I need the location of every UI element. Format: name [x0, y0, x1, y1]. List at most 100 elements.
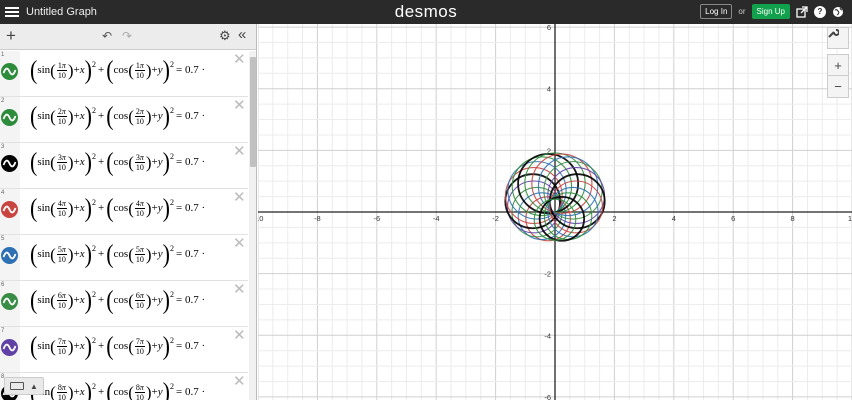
zoom-in-button[interactable]: + — [827, 54, 849, 76]
expression-row[interactable]: 4 ( sin ( 4π 10 ) + x ) 2 + ( cos ( 4π 10 … — [0, 189, 248, 235]
x-tick-label: 2 — [612, 214, 616, 223]
x-tick-label: 4 — [672, 214, 676, 223]
angle-fraction: 5π 10 — [134, 244, 145, 264]
angle-fraction: 7π 10 — [56, 336, 67, 356]
graph-style-icon[interactable] — [1, 109, 18, 126]
expression-formula[interactable]: ( sin ( 1π 10 ) + x ) 2 + ( cos ( 1π 10 ) … — [30, 56, 207, 82]
delete-expression-icon[interactable]: ✕ — [233, 144, 246, 159]
y-tick-label: 6 — [547, 24, 551, 32]
x-tick-label: -2 — [492, 214, 499, 223]
signup-button[interactable]: Sign Up — [751, 4, 790, 19]
angle-fraction: 1π 10 — [56, 60, 67, 80]
keyboard-icon — [10, 382, 25, 390]
angle-fraction: 1π 10 — [134, 60, 145, 80]
expression-formula[interactable]: ( sin ( 2π 10 ) + x ) 2 + ( cos ( 2π 10 ) … — [30, 102, 207, 128]
x-tick-label: -6 — [373, 214, 380, 223]
settings-gear-icon[interactable]: ⚙ — [219, 28, 231, 44]
chevron-up-icon: ▲ — [30, 381, 38, 391]
angle-fraction: 6π 10 — [134, 290, 145, 310]
graph-style-icon[interactable] — [1, 63, 18, 80]
expression-formula[interactable]: ( sin ( 6π 10 ) + x ) 2 + ( cos ( 6π 10 ) … — [30, 286, 207, 312]
cos-label: cos — [113, 340, 129, 352]
expression-row[interactable]: 1 ( sin ( 1π 10 ) + x ) 2 + ( cos ( 1π 10 … — [0, 51, 248, 97]
expression-number: 2 — [1, 98, 5, 104]
wrench-icon[interactable] — [827, 27, 849, 49]
expression-scrollbar[interactable] — [249, 51, 256, 400]
cos-label: cos — [113, 64, 129, 76]
cos-label: cos — [113, 110, 129, 122]
expression-formula[interactable]: ( sin ( 3π 10 ) + x ) 2 + ( cos ( 3π 10 ) … — [30, 148, 207, 174]
expression-number: 3 — [1, 144, 5, 150]
graph-style-icon[interactable] — [1, 293, 18, 310]
expression-gutter: 1 — [0, 51, 20, 96]
cos-label: cos — [113, 202, 129, 214]
keypad-toggle-button[interactable]: ▲ — [4, 377, 44, 395]
expression-formula[interactable]: ( sin ( 5π 10 ) + x ) 2 + ( cos ( 5π 10 ) … — [30, 240, 207, 266]
delete-expression-icon[interactable]: ✕ — [233, 236, 246, 251]
angle-fraction: 6π 10 — [56, 290, 67, 310]
expression-number: 7 — [1, 328, 5, 334]
add-expression-button[interactable]: + — [6, 26, 16, 46]
top-bar: Untitled Graph desmos Log In or Sign Up … — [0, 0, 852, 24]
graph-paper[interactable]: -10 -8 -6 -4 -2 2 4 6 8 10 6 4 2 -2 -4 -6 + − — [258, 24, 852, 400]
expression-row[interactable]: 6 ( sin ( 6π 10 ) + x ) 2 + ( cos ( 6π 10 … — [0, 281, 248, 327]
angle-fraction: 2π 10 — [134, 106, 145, 126]
graph-tools: + − — [827, 27, 849, 98]
scrollbar-thumb[interactable] — [250, 57, 256, 167]
redo-icon[interactable]: ↷ — [122, 29, 132, 43]
expression-number: 5 — [1, 236, 5, 242]
sin-label: sin — [37, 110, 51, 122]
collapse-sidebar-icon[interactable]: « — [238, 26, 246, 43]
x-tick-label: 8 — [791, 214, 795, 223]
sin-label: sin — [37, 340, 51, 352]
expression-row[interactable]: 7 ( sin ( 7π 10 ) + x ) 2 + ( cos ( 7π 10 … — [0, 327, 248, 373]
graph-style-icon[interactable] — [1, 247, 18, 264]
or-label: or — [738, 7, 746, 16]
expression-formula[interactable]: ( sin ( 8π 10 ) +x )2 + ( cos ( 8π 10 ) … — [30, 378, 207, 400]
delete-expression-icon[interactable]: ✕ — [233, 98, 246, 113]
sin-label: sin — [37, 202, 51, 214]
expression-gutter: 4 — [0, 189, 20, 234]
x-tick-label: -10 — [258, 214, 263, 223]
zoom-controls: + − — [827, 54, 849, 98]
angle-fraction: 5π 10 — [56, 244, 67, 264]
graph-style-icon[interactable] — [1, 155, 18, 172]
angle-fraction: 2π 10 — [56, 106, 67, 126]
expression-row[interactable]: 2 ( sin ( 2π 10 ) + x ) 2 + ( cos ( 2π 10 … — [0, 97, 248, 143]
graph-style-icon[interactable] — [1, 339, 18, 356]
cos-label: cos — [113, 156, 129, 168]
angle-fraction: 8π 10 — [56, 382, 67, 400]
y-tick-label: -2 — [544, 270, 551, 279]
angle-fraction: 4π 10 — [56, 198, 67, 218]
delete-expression-icon[interactable]: ✕ — [233, 374, 246, 389]
expression-formula[interactable]: ( sin ( 7π 10 ) + x ) 2 + ( cos ( 7π 10 ) … — [30, 332, 207, 358]
delete-expression-icon[interactable]: ✕ — [233, 282, 246, 297]
cos-label: cos — [113, 248, 129, 260]
expression-formula[interactable]: ( sin ( 4π 10 ) + x ) 2 + ( cos ( 4π 10 ) … — [30, 194, 207, 220]
delete-expression-icon[interactable]: ✕ — [233, 190, 246, 205]
delete-expression-icon[interactable]: ✕ — [233, 52, 246, 67]
zoom-out-button[interactable]: − — [827, 76, 849, 98]
expression-list: 1 ( sin ( 1π 10 ) + x ) 2 + ( cos ( 1π 10 … — [0, 51, 248, 400]
x-tick-label: 6 — [731, 214, 735, 223]
expression-sidebar: + ↶ ↷ ⚙ « 1 ( sin ( 1π 10 ) + x ) 2 + ( co… — [0, 24, 257, 400]
sin-label: sin — [37, 248, 51, 260]
expression-row[interactable]: 5 ( sin ( 5π 10 ) + x ) 2 + ( cos ( 5π 10 … — [0, 235, 248, 281]
delete-expression-icon[interactable]: ✕ — [233, 328, 246, 343]
share-icon[interactable] — [796, 5, 808, 18]
globe-icon[interactable] — [832, 6, 844, 18]
y-tick-label: -6 — [544, 393, 551, 400]
undo-icon[interactable]: ↶ — [102, 29, 112, 43]
graph-title[interactable]: Untitled Graph — [26, 6, 97, 18]
expression-row[interactable]: 3 ( sin ( 3π 10 ) + x ) 2 + ( cos ( 3π 10 … — [0, 143, 248, 189]
sin-label: sin — [37, 156, 51, 168]
graph-style-icon[interactable] — [1, 201, 18, 218]
menu-icon[interactable] — [5, 7, 19, 17]
expression-number: 6 — [1, 282, 5, 288]
graph-canvas[interactable]: -10 -8 -6 -4 -2 2 4 6 8 10 6 4 2 -2 -4 -6 — [258, 24, 852, 400]
expression-number: 4 — [1, 190, 5, 196]
expression-gutter: 5 — [0, 235, 20, 280]
account-controls: Log In or Sign Up ? — [700, 4, 844, 19]
login-button[interactable]: Log In — [700, 4, 733, 19]
help-icon[interactable]: ? — [814, 5, 826, 18]
